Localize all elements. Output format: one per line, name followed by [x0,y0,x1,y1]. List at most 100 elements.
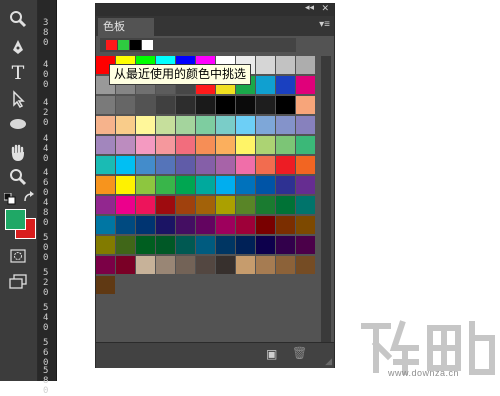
color-swatch[interactable] [276,216,295,234]
color-swatch[interactable] [216,116,235,134]
color-swatch[interactable] [96,236,115,254]
color-swatch[interactable] [276,56,295,74]
new-swatch-icon[interactable]: ▣ [266,347,277,361]
default-colors-icon[interactable] [4,193,16,205]
color-swatch[interactable] [276,96,295,114]
color-swatch[interactable] [176,196,195,214]
color-swatch[interactable] [116,236,135,254]
color-swatch[interactable] [236,196,255,214]
color-swatch[interactable] [116,96,135,114]
color-swatch[interactable] [136,116,155,134]
color-swatch[interactable] [296,136,315,154]
type-tool[interactable]: T [6,62,30,84]
color-swatch[interactable] [216,156,235,174]
color-swatch[interactable] [276,236,295,254]
color-swatch[interactable] [156,236,175,254]
color-swatch[interactable] [236,136,255,154]
resize-grip-icon[interactable]: ◢ [325,356,332,367]
delete-swatch-icon[interactable]: 🗑 [292,346,307,360]
color-swatch[interactable] [296,116,315,134]
color-swatch[interactable] [216,96,235,114]
color-swatch[interactable] [296,76,315,94]
color-swatch[interactable] [216,216,235,234]
pen-tool[interactable] [6,36,30,58]
color-swatch[interactable] [216,136,235,154]
color-swatch[interactable] [136,236,155,254]
color-swatch[interactable] [96,256,115,274]
swap-colors-icon[interactable] [23,191,35,204]
color-swatch[interactable] [156,196,175,214]
color-swatch[interactable] [196,176,215,194]
color-swatch[interactable] [116,156,135,174]
color-swatch[interactable] [236,216,255,234]
color-swatch[interactable] [196,96,215,114]
color-swatch[interactable] [276,196,295,214]
color-swatch[interactable] [236,156,255,174]
color-swatch[interactable] [296,96,315,114]
color-swatch[interactable] [196,236,215,254]
recent-color-swatch[interactable] [106,40,117,50]
color-swatch[interactable] [196,256,215,274]
color-swatch[interactable] [156,136,175,154]
color-swatch[interactable] [196,116,215,134]
color-swatch[interactable] [236,96,255,114]
tab-swatches[interactable]: 色板 [98,18,154,36]
color-swatch[interactable] [136,196,155,214]
color-swatch[interactable] [276,76,295,94]
color-swatch[interactable] [256,196,275,214]
color-swatch[interactable] [256,236,275,254]
color-swatch[interactable] [296,216,315,234]
color-swatch[interactable] [236,116,255,134]
color-swatch[interactable] [96,116,115,134]
color-swatch[interactable] [96,276,115,294]
color-swatch[interactable] [296,176,315,194]
zoom-tool-2[interactable] [6,166,30,188]
color-swatch[interactable] [136,156,155,174]
color-swatch[interactable] [136,136,155,154]
color-swatch[interactable] [296,256,315,274]
color-swatch[interactable] [176,116,195,134]
recent-color-swatch[interactable] [142,40,153,50]
color-swatch[interactable] [176,256,195,274]
color-swatch[interactable] [96,96,115,114]
color-swatch[interactable] [116,176,135,194]
color-swatch[interactable] [136,96,155,114]
color-swatch[interactable] [176,216,195,234]
color-swatch[interactable] [256,136,275,154]
color-swatch[interactable] [136,256,155,274]
color-swatch[interactable] [176,96,195,114]
panel-scrollbar[interactable] [321,56,331,342]
color-swatch[interactable] [216,196,235,214]
color-swatch[interactable] [216,256,235,274]
color-swatch[interactable] [296,236,315,254]
color-swatch[interactable] [256,216,275,234]
color-swatch[interactable] [176,236,195,254]
ellipse-tool[interactable] [6,113,30,135]
color-swatch[interactable] [276,116,295,134]
color-swatch[interactable] [116,136,135,154]
color-swatch[interactable] [116,116,135,134]
color-swatch[interactable] [156,116,175,134]
color-swatch[interactable] [116,256,135,274]
color-swatch[interactable] [176,156,195,174]
color-swatch[interactable] [96,176,115,194]
color-swatch[interactable] [256,156,275,174]
color-swatch[interactable] [256,116,275,134]
foreground-color-swatch[interactable] [5,209,26,230]
color-swatch[interactable] [236,236,255,254]
color-swatch[interactable] [276,156,295,174]
color-swatch[interactable] [216,236,235,254]
color-swatch[interactable] [296,196,315,214]
color-swatch[interactable] [96,156,115,174]
recent-color-swatch[interactable] [118,40,129,50]
color-swatch[interactable] [136,176,155,194]
color-swatch[interactable] [236,176,255,194]
recent-color-swatch[interactable] [130,40,141,50]
color-swatch[interactable] [196,216,215,234]
color-swatch[interactable] [256,56,275,74]
color-swatch[interactable] [176,176,195,194]
color-swatch[interactable] [276,136,295,154]
collapse-panel-icon[interactable]: ◂◂ [305,2,314,13]
quick-mask-button[interactable] [6,245,30,267]
color-swatch[interactable] [196,156,215,174]
